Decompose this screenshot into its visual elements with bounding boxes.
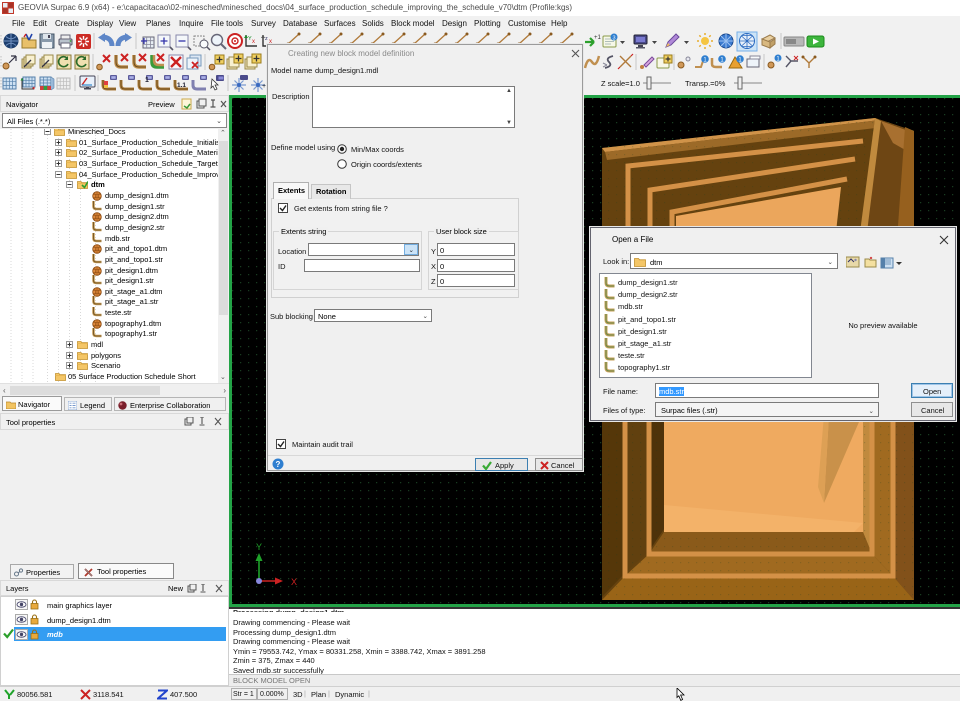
- svg-text:Y: Y: [248, 36, 252, 42]
- svg-text:3: 3: [612, 36, 615, 42]
- svg-text:X: X: [291, 577, 297, 587]
- svg-text:+1: +1: [594, 35, 602, 41]
- svg-text:Transp.=0%: Transp.=0%: [685, 79, 726, 88]
- svg-text:1: 1: [145, 77, 149, 84]
- svg-text:1.1: 1.1: [177, 82, 186, 89]
- svg-text:Y: Y: [256, 542, 262, 552]
- svg-text:?: ?: [276, 460, 281, 469]
- svg-text:z: z: [265, 36, 268, 42]
- svg-text:Z scale=1.0: Z scale=1.0: [601, 79, 640, 88]
- svg-text:x: x: [252, 39, 255, 45]
